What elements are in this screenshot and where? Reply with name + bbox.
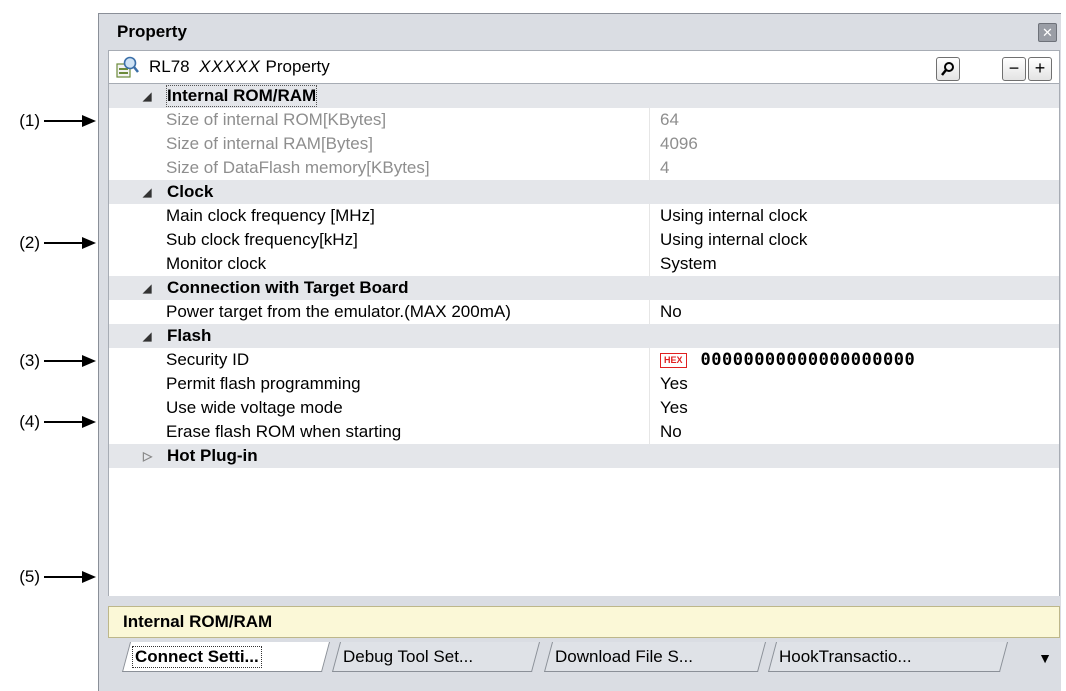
property-row-ram-size[interactable]: Size of internal RAM[Bytes] 4096 bbox=[109, 132, 1059, 156]
collapsed-triangle-icon[interactable]: ▷ bbox=[143, 449, 152, 463]
arrow-right-icon bbox=[44, 416, 96, 428]
property-name: Erase flash ROM when starting bbox=[166, 422, 402, 441]
property-name: Permit flash programming bbox=[166, 374, 361, 393]
property-value[interactable]: System bbox=[660, 254, 717, 274]
property-icon bbox=[116, 56, 139, 78]
arrow-right-icon bbox=[44, 355, 96, 367]
search-button[interactable] bbox=[936, 57, 960, 81]
property-name: Sub clock frequency[kHz] bbox=[166, 230, 358, 249]
property-row-wide-voltage[interactable]: Use wide voltage mode Yes bbox=[109, 396, 1059, 420]
property-name: Power target from the emulator.(MAX 200m… bbox=[166, 302, 511, 321]
property-row-sub-clock[interactable]: Sub clock frequency[kHz] Using internal … bbox=[109, 228, 1059, 252]
property-value[interactable]: Yes bbox=[660, 374, 688, 394]
property-value[interactable]: Using internal clock bbox=[660, 206, 807, 226]
annotation-5: (5) bbox=[0, 565, 96, 589]
property-value: 64 bbox=[660, 110, 679, 129]
annotation-2: (2) bbox=[0, 231, 96, 255]
property-value[interactable]: No bbox=[660, 302, 682, 322]
tab-debug-tool-settings[interactable]: Debug Tool Set... bbox=[331, 642, 541, 672]
security-id-value[interactable]: HEX 00000000000000000000 bbox=[660, 350, 915, 370]
annotation-3: (3) bbox=[0, 349, 96, 373]
property-name: Monitor clock bbox=[166, 254, 267, 273]
property-target-name: RL78 XXXXX Property bbox=[149, 57, 330, 76]
search-icon bbox=[941, 62, 954, 76]
category-internal-rom-ram[interactable]: ◢ Internal ROM/RAM bbox=[109, 84, 1059, 108]
arrow-right-icon bbox=[44, 571, 96, 583]
property-name: Security ID bbox=[166, 350, 250, 369]
category-connection-target-board[interactable]: ◢ Connection with Target Board bbox=[109, 276, 1059, 300]
category-hot-plug-in[interactable]: ▷ Hot Plug-in bbox=[109, 444, 1059, 468]
expand-all-button[interactable]: + bbox=[1028, 57, 1052, 81]
tab-hook-transaction-settings[interactable]: HookTransactio... bbox=[767, 642, 1009, 672]
expanded-triangle-icon[interactable]: ◢ bbox=[143, 90, 151, 103]
property-toolbar: RL78 XXXXX Property − + bbox=[108, 50, 1060, 84]
property-name: Size of internal RAM[Bytes] bbox=[166, 134, 373, 153]
tab-download-file-settings[interactable]: Download File S... bbox=[543, 642, 767, 672]
property-value: 4 bbox=[660, 158, 670, 177]
property-description: Internal ROM/RAM bbox=[108, 606, 1060, 638]
expanded-triangle-icon[interactable]: ◢ bbox=[143, 186, 151, 199]
grid-empty-area bbox=[109, 468, 1059, 492]
hex-badge-icon: HEX bbox=[660, 353, 687, 369]
annotation-4: (4) bbox=[0, 410, 96, 434]
property-name: Main clock frequency [MHz] bbox=[166, 206, 375, 225]
arrow-right-icon bbox=[44, 237, 96, 249]
property-panel: Property ✕ RL78 XXXXX Property − + ◢ Int… bbox=[98, 13, 1061, 691]
panel-title: Property bbox=[117, 22, 187, 41]
property-value[interactable]: Yes bbox=[660, 398, 688, 418]
category-label: Flash bbox=[167, 326, 212, 345]
category-label: Clock bbox=[167, 182, 214, 201]
property-value: 4096 bbox=[660, 134, 698, 153]
property-value: 00000000000000000000 bbox=[700, 350, 916, 370]
category-clock[interactable]: ◢ Clock bbox=[109, 180, 1059, 204]
property-name: Size of internal ROM[KBytes] bbox=[166, 110, 387, 129]
property-value[interactable]: Using internal clock bbox=[660, 230, 807, 250]
property-row-main-clock[interactable]: Main clock frequency [MHz] Using interna… bbox=[109, 204, 1059, 228]
property-row-rom-size[interactable]: Size of internal ROM[KBytes] 64 bbox=[109, 108, 1059, 132]
property-row-monitor-clock[interactable]: Monitor clock System bbox=[109, 252, 1059, 276]
property-name: Size of DataFlash memory[KBytes] bbox=[166, 158, 430, 177]
property-row-erase-flash[interactable]: Erase flash ROM when starting No bbox=[109, 420, 1059, 444]
arrow-right-icon bbox=[44, 115, 96, 127]
tab-list-dropdown-icon[interactable]: ▼ bbox=[1038, 650, 1052, 666]
category-flash[interactable]: ◢ Flash bbox=[109, 324, 1059, 348]
category-label: Internal ROM/RAM bbox=[165, 85, 318, 107]
property-name: Use wide voltage mode bbox=[166, 398, 343, 417]
panel-titlebar: Property ✕ bbox=[105, 14, 1061, 50]
property-value[interactable]: No bbox=[660, 422, 682, 442]
property-row-permit-flash[interactable]: Permit flash programming Yes bbox=[109, 372, 1059, 396]
property-row-dataflash-size[interactable]: Size of DataFlash memory[KBytes] 4 bbox=[109, 156, 1059, 180]
expanded-triangle-icon[interactable]: ◢ bbox=[143, 282, 151, 295]
property-grid: ◢ Internal ROM/RAM Size of internal ROM[… bbox=[108, 84, 1060, 596]
collapse-all-button[interactable]: − bbox=[1002, 57, 1026, 81]
close-icon[interactable]: ✕ bbox=[1038, 23, 1057, 42]
annotation-1: (1) bbox=[0, 109, 96, 133]
tab-connect-settings[interactable]: Connect Setti... bbox=[121, 642, 331, 672]
category-label: Connection with Target Board bbox=[167, 278, 409, 297]
property-row-power-target[interactable]: Power target from the emulator.(MAX 200m… bbox=[109, 300, 1059, 324]
property-row-security-id[interactable]: Security ID HEX 00000000000000000000 bbox=[109, 348, 1059, 372]
panel-tabs: Connect Setti... Debug Tool Set... Downl… bbox=[108, 638, 1060, 678]
category-label: Hot Plug-in bbox=[167, 446, 258, 465]
expanded-triangle-icon[interactable]: ◢ bbox=[143, 330, 151, 343]
